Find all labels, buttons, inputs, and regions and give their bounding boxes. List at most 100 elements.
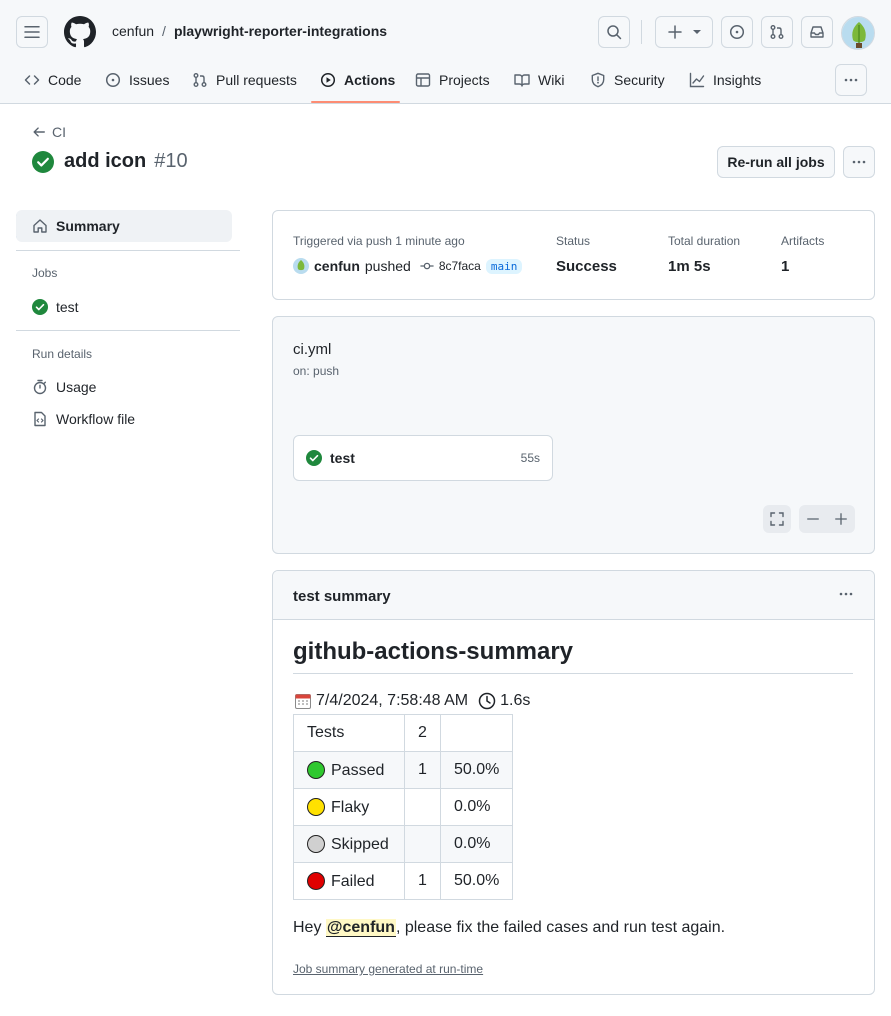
table-cell: 50.0% (439, 862, 514, 900)
pusher-name[interactable]: cenfun (314, 258, 360, 274)
avatar-image (297, 260, 305, 271)
github-logo[interactable] (64, 16, 96, 48)
git-pull-request-icon (770, 25, 784, 39)
tab-code[interactable]: Code (24, 64, 81, 96)
back-label: CI (52, 124, 66, 140)
summary-message: Hey @cenfun, please fix the failed cases… (293, 919, 725, 937)
branch-badge[interactable]: main (485, 258, 523, 274)
table-row: Failed 1 50.0% (293, 862, 514, 900)
sidebar-item-summary[interactable]: Summary (16, 210, 232, 242)
menu-button[interactable] (16, 16, 48, 48)
code-icon (24, 75, 40, 85)
active-tab-underline (311, 101, 400, 103)
artifacts-value[interactable]: 1 (781, 258, 789, 275)
play-icon (320, 72, 336, 88)
table-cell: Skipped (293, 825, 405, 863)
workflow-file-name[interactable]: ci.yml (293, 341, 331, 358)
inbox-button[interactable] (801, 16, 833, 48)
sidebar-item-job-test[interactable]: test (16, 291, 232, 323)
calendar-icon (295, 694, 311, 709)
tab-pull-requests[interactable]: Pull requests (192, 64, 297, 96)
back-to-workflow-link[interactable]: CI (32, 124, 66, 140)
graph-icon (689, 72, 705, 88)
avatar-image (842, 17, 874, 49)
flaky-status-icon (307, 797, 325, 816)
zoom-in-button[interactable] (827, 505, 855, 533)
push-info: cenfun pushed 8c7faca main (293, 258, 523, 274)
test-summary-title: test summary (293, 588, 391, 605)
triangle-down-icon (693, 30, 701, 34)
git-pull-request-icon (193, 73, 207, 87)
user-avatar[interactable] (841, 16, 875, 50)
run-title: add icon #10 (32, 150, 188, 173)
pushed-text: pushed (364, 258, 411, 274)
passed-percent: 50.0% (454, 761, 500, 778)
issue-icon (105, 72, 121, 88)
tab-security-label: Security (614, 72, 665, 88)
file-code-icon (34, 411, 46, 427)
user-mention[interactable]: @cenfun (325, 919, 396, 937)
tab-actions[interactable]: Actions (320, 64, 395, 96)
trigger-text: Triggered via push 1 minute ago (293, 234, 465, 248)
table-row: Flaky 0.0% (293, 788, 514, 826)
pull-requests-button[interactable] (761, 16, 793, 48)
check-circle-fill-icon (306, 450, 322, 466)
kebab-horizontal-icon (839, 592, 853, 596)
tab-pull-requests-label: Pull requests (216, 72, 297, 88)
create-new-button[interactable] (655, 16, 713, 48)
issues-button[interactable] (721, 16, 753, 48)
table-cell: 0.0% (439, 825, 514, 863)
more-nav-button[interactable] (835, 64, 867, 96)
table-cell: 2 (404, 714, 441, 752)
kebab-horizontal-icon (852, 160, 866, 164)
zoom-out-button[interactable] (799, 505, 827, 533)
plus-icon (835, 513, 847, 525)
job-card-name: test (330, 450, 355, 466)
git-commit-icon (420, 262, 434, 270)
table-row: Skipped 0.0% (293, 825, 514, 863)
table-cell (404, 788, 441, 826)
sidebar-item-usage[interactable]: Usage (16, 371, 232, 403)
tab-insights[interactable]: Insights (689, 64, 761, 96)
artifacts-label: Artifacts (781, 234, 825, 248)
fullscreen-button[interactable] (763, 505, 791, 533)
duration-value[interactable]: 1m 5s (668, 258, 711, 275)
summary-date: 7/4/2024, 7:58:48 AM (316, 692, 469, 709)
flaky-percent: 0.0% (454, 798, 491, 815)
screen-full-icon (770, 512, 784, 526)
owner-link[interactable]: cenfun (112, 23, 154, 39)
commit-sha[interactable]: 8c7faca (439, 259, 481, 273)
rerun-all-jobs-button[interactable]: Re-run all jobs (717, 146, 835, 178)
pusher-avatar[interactable] (293, 258, 309, 274)
dash-icon (807, 518, 819, 520)
tab-wiki[interactable]: Wiki (514, 64, 564, 96)
job-card-test[interactable]: test 55s (293, 435, 553, 481)
tab-issues[interactable]: Issues (105, 64, 169, 96)
tab-actions-label: Actions (344, 72, 396, 88)
failed-percent: 50.0% (454, 872, 500, 889)
tab-insights-label: Insights (713, 72, 762, 88)
table-row: Passed 1 50.0% (293, 751, 514, 789)
summary-heading: github-actions-summary (293, 638, 574, 665)
failed-status-icon (307, 871, 325, 890)
table-icon (415, 73, 431, 87)
job-summary-link[interactable]: Job summary generated at run-time (293, 962, 483, 976)
flaky-label: Flaky (331, 798, 370, 816)
tab-projects[interactable]: Projects (415, 64, 490, 96)
status-value: Success (556, 258, 617, 275)
tests-label: Tests (307, 724, 345, 741)
table-cell (404, 825, 441, 863)
zoom-controls (799, 505, 855, 533)
tab-wiki-label: Wiki (538, 72, 565, 88)
tests-total: 2 (418, 724, 427, 741)
tab-code-label: Code (48, 72, 82, 88)
sidebar-item-workflow-file[interactable]: Workflow file (16, 403, 232, 435)
repo-link[interactable]: playwright-reporter-integrations (174, 23, 387, 39)
tab-security[interactable]: Security (590, 64, 665, 96)
workflow-trigger: on: push (293, 364, 340, 378)
run-more-button[interactable] (843, 146, 875, 178)
skipped-status-icon (307, 834, 325, 853)
header-divider (641, 20, 642, 44)
summary-more-button[interactable] (838, 586, 854, 605)
search-button[interactable] (598, 16, 630, 48)
